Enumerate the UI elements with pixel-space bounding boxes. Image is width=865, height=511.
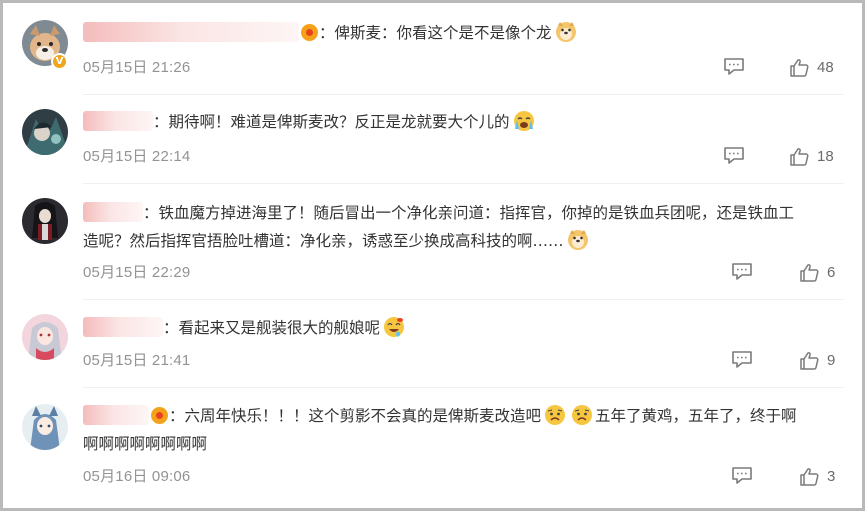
comment-text: ：俾斯麦：你看这个是不是像个龙	[83, 19, 579, 47]
sad-emoji-icon	[544, 404, 566, 426]
crying-emoji-icon	[513, 110, 535, 132]
divider	[83, 183, 844, 184]
avatar[interactable]	[22, 198, 68, 244]
thumbs-up-icon[interactable]	[789, 147, 809, 166]
comment-body-part-2: 五年了黄鸡，五年了，终于啊	[595, 407, 797, 425]
comment-body: 期待啊！难道是俾斯麦改？反正是龙就要大个儿的	[168, 113, 510, 131]
thumbs-up-icon[interactable]	[799, 467, 819, 486]
comment-reply-icon[interactable]	[731, 466, 753, 485]
comment-text: 啊啊啊啊啊啊啊啊	[83, 430, 207, 458]
comment-body-line-2: 啊啊啊啊啊啊啊啊	[83, 435, 208, 453]
thumbs-up-icon[interactable]	[799, 263, 819, 282]
comment-text: ：铁血魔方掉进海里了！随后冒出一个净化亲问道：指挥官，你掉的是铁血兵团呢，还是铁…	[83, 199, 794, 227]
author-name-blurred[interactable]	[83, 317, 163, 337]
author-separator: ：	[143, 204, 159, 222]
comment-timestamp: 05月15日 21:26	[83, 59, 191, 76]
fan-medal-icon	[301, 24, 318, 41]
verified-badge: V	[51, 53, 68, 70]
comment-list-panel: V ：俾斯麦：你看这个是不是像个龙 05月15日 21:26 48 ：期待啊！难	[0, 0, 865, 511]
comment-text: ：六周年快乐！！！这个剪影不会真的是俾斯麦改造吧 五年了黄鸡，五年了，终于啊	[83, 402, 797, 430]
comment-text: 造呢？然后指挥官捂脸吐槽道：净化亲，诱惑至少换成高科技的啊……	[83, 227, 591, 255]
author-separator: ：	[153, 113, 169, 131]
divider	[83, 387, 844, 388]
doge-emoji-icon	[567, 229, 589, 251]
comment-timestamp: 05月15日 22:14	[83, 148, 191, 165]
author-separator: ：	[169, 407, 185, 425]
author-name-blurred[interactable]	[83, 111, 153, 131]
sad-emoji-icon	[571, 404, 593, 426]
comment-reply-icon[interactable]	[731, 262, 753, 281]
comment-body-part-1: 六周年快乐！！！这个剪影不会真的是俾斯麦改造吧	[184, 407, 542, 425]
author-name-blurred[interactable]	[83, 405, 149, 425]
comment-reply-icon[interactable]	[723, 146, 745, 165]
avatar[interactable]	[22, 314, 68, 360]
comment-text: ：看起来又是舰装很大的舰娘呢	[83, 314, 407, 342]
avatar[interactable]	[22, 404, 68, 450]
comment-reply-icon[interactable]	[731, 350, 753, 369]
drool-emoji-icon	[383, 316, 405, 338]
author-name-blurred[interactable]	[83, 22, 299, 42]
thumbs-up-icon[interactable]	[799, 351, 819, 370]
thumbs-up-icon[interactable]	[789, 58, 809, 77]
divider	[83, 94, 844, 95]
author-name-blurred[interactable]	[83, 202, 143, 222]
divider	[83, 299, 844, 300]
like-count: 9	[827, 352, 836, 369]
doge-emoji-icon	[555, 21, 577, 43]
like-count: 3	[827, 468, 836, 485]
comment-body-line-1: 铁血魔方掉进海里了！随后冒出一个净化亲问道：指挥官，你掉的是铁血兵团呢，还是铁血…	[158, 204, 795, 222]
comment-reply-icon[interactable]	[723, 57, 745, 76]
like-count: 6	[827, 264, 836, 281]
comment-body: 俾斯麦：你看这个是不是像个龙	[334, 24, 552, 42]
avatar[interactable]	[22, 109, 68, 155]
author-separator: ：	[163, 319, 179, 337]
comment-timestamp: 05月15日 21:41	[83, 352, 191, 369]
like-count: 48	[817, 59, 834, 76]
comment-body: 看起来又是舰装很大的舰娘呢	[178, 319, 381, 337]
comment-text: ：期待啊！难道是俾斯麦改？反正是龙就要大个儿的	[83, 108, 537, 136]
comment-timestamp: 05月15日 22:29	[83, 264, 191, 281]
author-separator: ：	[319, 24, 335, 42]
fan-medal-icon	[151, 407, 168, 424]
comment-timestamp: 05月16日 09:06	[83, 468, 191, 485]
comment-body-line-2: 造呢？然后指挥官捂脸吐槽道：净化亲，诱惑至少换成高科技的啊……	[83, 232, 564, 250]
like-count: 18	[817, 148, 834, 165]
